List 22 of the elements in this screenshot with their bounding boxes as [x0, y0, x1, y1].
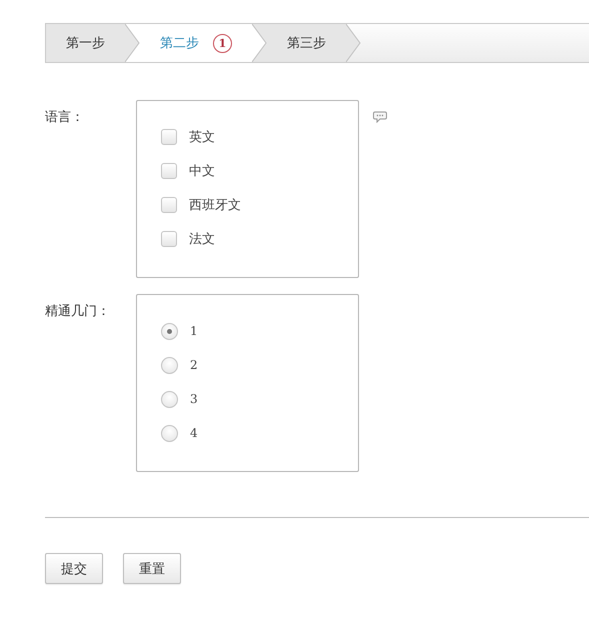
radio-button[interactable] — [161, 390, 178, 408]
option-label: 西班牙文 — [189, 197, 241, 214]
option-label: 中文 — [189, 163, 215, 180]
radio-button[interactable] — [161, 424, 178, 442]
option-label: 法文 — [189, 231, 215, 248]
checkbox[interactable] — [161, 231, 177, 247]
option-label: 4 — [190, 426, 198, 440]
step-badge: 1 — [213, 34, 232, 52]
form-button[interactable]: 重置 — [123, 553, 181, 584]
field-label: 精通几门： — [45, 303, 111, 320]
option-label: 英文 — [189, 129, 215, 146]
option-label: 2 — [190, 358, 198, 372]
option-label: 1 — [190, 324, 198, 338]
checkbox[interactable] — [161, 197, 177, 213]
radio-button[interactable] — [161, 322, 178, 340]
option-label: 3 — [190, 392, 198, 406]
radio-button[interactable] — [161, 356, 178, 374]
speech-bubble-icon[interactable] — [373, 111, 387, 123]
form-button[interactable]: 提交 — [45, 553, 103, 584]
checkbox[interactable] — [161, 129, 177, 145]
checkbox[interactable] — [161, 163, 177, 179]
field-label: 语言： — [45, 109, 85, 126]
